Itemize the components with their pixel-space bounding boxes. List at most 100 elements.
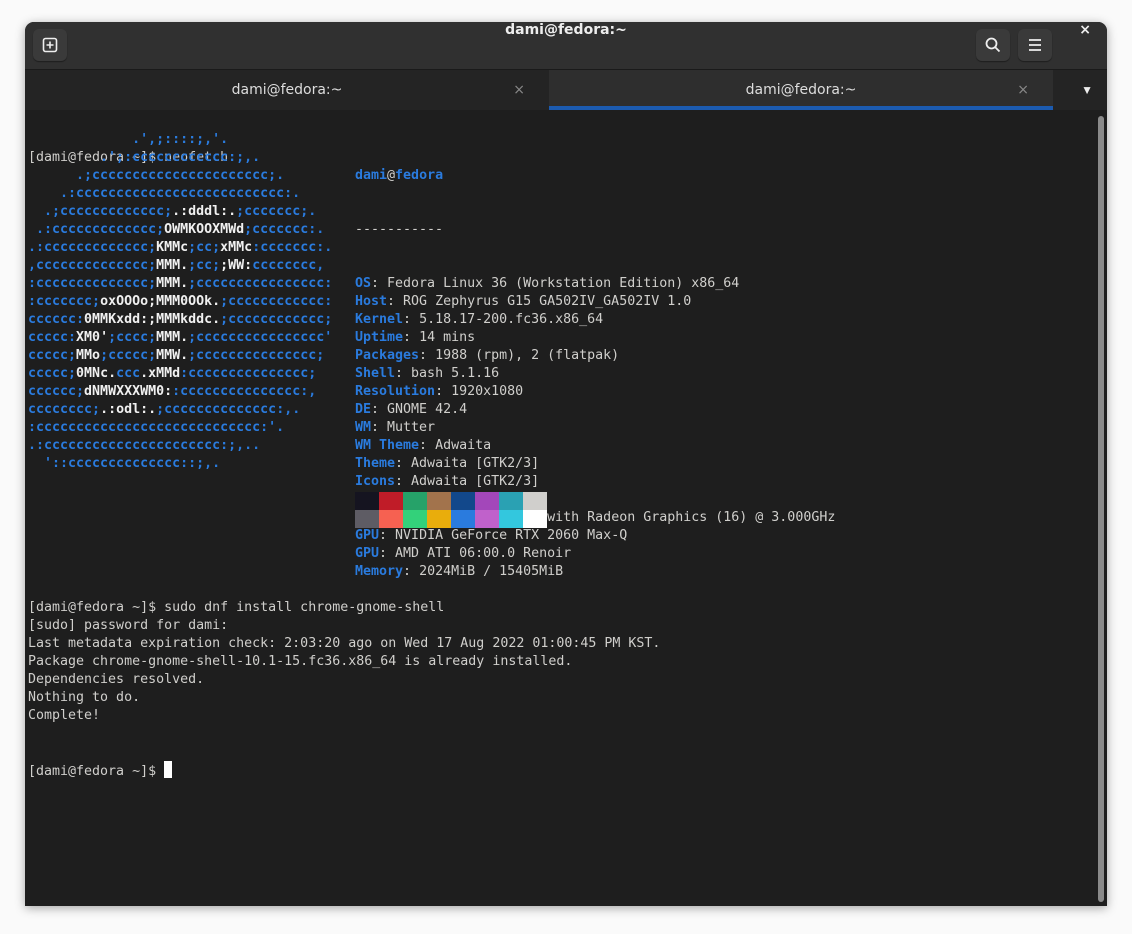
ascii-segment: MMo — [76, 348, 101, 363]
palette-swatch — [379, 492, 403, 510]
ascii-segment: ;cc; — [188, 258, 221, 273]
close-window-button[interactable]: × — [1079, 22, 1091, 38]
info-value: Adwaita [GTK2/3] — [411, 456, 540, 471]
ascii-segment: ccccc: — [28, 330, 77, 345]
ascii-line: :ccccccc;oxOOOo;MMM0OOk.;cccccccccccc: — [28, 293, 332, 311]
ascii-logo: .',;::::;,'. .';:cccccccccccc:;,. .;cccc… — [28, 131, 332, 473]
ascii-segment: ;ccccccc:. — [244, 222, 325, 237]
prompt: [dami@fedora ~]$ — [28, 764, 165, 779]
info-key: Icons — [355, 474, 396, 489]
info-value: Adwaita — [435, 438, 492, 453]
palette-swatch — [379, 510, 403, 528]
ascii-segment: dNMWXXXWM0: — [84, 384, 173, 399]
ascii-segment: ;cccccccccccc; — [220, 312, 333, 327]
info-value: 1988 (rpm), 2 (flatpak) — [435, 348, 620, 363]
ascii-line: .';:cccccccccccc:;,. — [28, 149, 332, 167]
ascii-segment: cccccccc, — [252, 258, 325, 273]
info-value: GNOME 42.4 — [387, 402, 468, 417]
info-value: Mutter — [387, 420, 436, 435]
tab-1[interactable]: dami@fedora:~ × — [25, 70, 549, 110]
tab-list-dropdown-icon[interactable]: ▼ — [1081, 70, 1093, 110]
ascii-segment: '::cccccccccccccc::;,. — [28, 456, 221, 471]
info-key: Host — [355, 294, 388, 309]
ascii-line: cccccc;dNMWXXXWM0::ccccccccccccccc:, — [28, 383, 332, 401]
ascii-segment: 0MMKxdd:;MMMkddc. — [84, 312, 221, 327]
ascii-segment: MMM. — [156, 258, 189, 273]
ascii-line: ccccc;0MNc.ccc.xMMd:ccccccccccccccc; — [28, 365, 332, 383]
ascii-segment: .xMMd — [140, 366, 181, 381]
info-row: Host: ROG Zephyrus G15 GA502IV_GA502IV 1… — [355, 294, 692, 309]
ascii-segment: cccccc: — [28, 312, 85, 327]
output-line: [sudo] password for dami: — [28, 618, 229, 633]
ascii-line: :cccccccccccccc;MMM.;cccccccccccccccc: — [28, 275, 332, 293]
ascii-segment: .',;::::;,'. — [28, 132, 229, 147]
palette-swatch — [427, 492, 451, 510]
ascii-line: cccccccc;.:odl:.;cccccccccccccc:,. — [28, 401, 332, 419]
palette-swatch — [355, 492, 379, 510]
hostname: fedora — [395, 168, 444, 183]
ascii-segment: ;cccc; — [108, 330, 157, 345]
ascii-segment: ;cccccccccccccccc: — [188, 276, 333, 291]
palette-swatch — [355, 510, 379, 528]
separator: ----------- — [355, 222, 444, 237]
info-key: WM Theme — [355, 438, 420, 453]
output-line: Dependencies resolved. — [28, 672, 205, 687]
info-key: DE — [355, 402, 372, 417]
ascii-line: .;cccccccccccccccccccccc;. — [28, 167, 332, 185]
menu-button[interactable] — [1018, 29, 1052, 61]
info-key: GPU — [355, 528, 380, 543]
scrollbar[interactable] — [1098, 116, 1104, 902]
tab-close-icon[interactable]: × — [1017, 70, 1029, 110]
ascii-segment: .:dddl:. — [172, 204, 237, 219]
info-row: Packages: 1988 (rpm), 2 (flatpak) — [355, 348, 620, 363]
ascii-segment: ;ccccccc;. — [236, 204, 317, 219]
ascii-segment: :ccccccccccccccc:, — [172, 384, 317, 399]
info-key: Theme — [355, 456, 396, 471]
info-value: ROG Zephyrus G15 GA502IV_GA502IV 1.0 — [403, 294, 692, 309]
ascii-line: ccccc;MMo;ccccc;MMW.;ccccccccccccccc; — [28, 347, 332, 365]
tab-close-icon[interactable]: × — [513, 70, 525, 110]
info-key: Packages — [355, 348, 420, 363]
ascii-segment: :cccccccccccccc; — [28, 276, 157, 291]
info-value: 5.18.17-200.fc36.x86_64 — [419, 312, 604, 327]
output-line: Nothing to do. — [28, 690, 141, 705]
ascii-line: .;ccccccccccccc;.:dddl:.;ccccccc;. — [28, 203, 332, 221]
palette-swatch — [523, 492, 547, 510]
ascii-segment: KMMc — [156, 240, 189, 255]
ascii-segment: XM0' — [76, 330, 109, 345]
ascii-line: ccccc:XM0';cccc;MMM.;cccccccccccccccc' — [28, 329, 332, 347]
ascii-line: .:ccccccccccccc;OWMKOOXMWd;ccccccc:. — [28, 221, 332, 239]
ascii-segment: .:odl:. — [100, 402, 157, 417]
terminal-content[interactable]: [dami@fedora ~]$ neofetch .',;::::;,'. .… — [28, 113, 1091, 906]
ascii-segment: .:ccccccccccccc; — [28, 240, 157, 255]
info-row: DE: GNOME 42.4 — [355, 402, 468, 417]
window-title: dami@fedora:~ — [505, 22, 627, 38]
search-button[interactable] — [976, 29, 1010, 61]
ascii-line: .:ccccccccccccc;KMMc;cc;xMMc:ccccccc:. — [28, 239, 332, 257]
hamburger-menu-icon — [1029, 39, 1041, 51]
terminal-window: dami@fedora:~ × dami@fedora:~ × dami@fed… — [25, 22, 1107, 906]
ascii-segment: ;ccccc; — [100, 348, 157, 363]
active-prompt: [dami@fedora ~]$ — [28, 761, 660, 781]
tab-2[interactable]: dami@fedora:~ × — [549, 70, 1053, 110]
command-output: [dami@fedora ~]$ sudo dnf install chrome… — [28, 563, 660, 817]
palette-swatch — [499, 510, 523, 528]
info-value: AMD ATI 06:00.0 Renoir — [395, 546, 572, 561]
system-info: dami@fedora ----------- OS: Fedora Linux… — [355, 131, 835, 617]
palette-swatch — [523, 510, 547, 528]
info-row: Icons: Adwaita [GTK2/3] — [355, 474, 540, 489]
ascii-segment: .';:cccccccccccc:;,. — [28, 150, 261, 165]
info-row: GPU: NVIDIA GeForce RTX 2060 Max-Q — [355, 528, 628, 543]
ascii-segment: ;cccccccccccccccc' — [188, 330, 333, 345]
ascii-segment: :ccccccc; — [28, 294, 101, 309]
info-key: Kernel — [355, 312, 404, 327]
info-value: 1920x1080 — [451, 384, 524, 399]
ascii-segment: xMMc — [220, 240, 253, 255]
info-row: Shell: bash 5.1.16 — [355, 366, 500, 381]
ascii-segment: cccccc; — [28, 384, 85, 399]
info-row: Kernel: 5.18.17-200.fc36.x86_64 — [355, 312, 604, 327]
info-key: OS — [355, 276, 372, 291]
user-host: dami@fedora — [355, 167, 835, 185]
ascii-segment: ccccc; — [28, 366, 77, 381]
ascii-segment: cccccccc; — [28, 402, 101, 417]
